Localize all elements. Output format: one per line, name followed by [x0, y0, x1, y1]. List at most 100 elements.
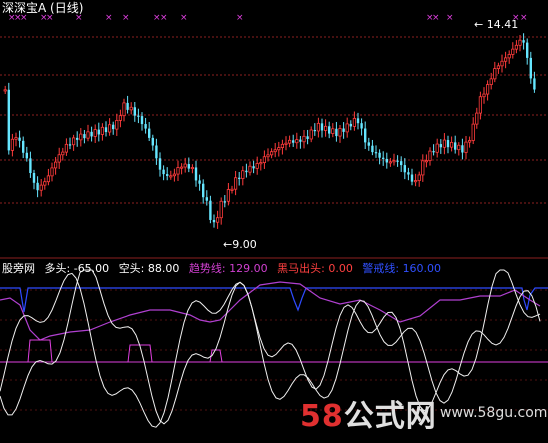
candle-body	[439, 144, 442, 148]
candle-body	[320, 123, 324, 131]
candle-body	[148, 128, 151, 138]
candle-body	[3, 89, 7, 92]
candle-body	[533, 78, 536, 90]
candle-body	[284, 142, 288, 145]
candle-body	[262, 156, 267, 163]
candle-body	[118, 115, 122, 121]
chart-window: × × × × × × × × × × × × × × × × × 深深宝A (日线) ← 14.41 ←9.0…	[0, 0, 548, 443]
candle-body	[428, 150, 432, 162]
candle-body	[413, 180, 418, 183]
candle-body	[43, 181, 47, 186]
candle-body	[50, 167, 54, 177]
signal-marker: ×	[446, 13, 454, 23]
candle-body	[364, 128, 367, 143]
candle-body	[54, 161, 58, 169]
candlestick-chart[interactable]: ××× ×× × × × × × × × ×× × × ×	[0, 0, 548, 443]
indicator-item-bear: 空头: 88.00	[118, 262, 180, 275]
indicator-item-darkhorse: 黑马出头: 0.00	[277, 262, 353, 275]
candle-body	[144, 124, 147, 129]
candle-body	[503, 57, 508, 62]
candle-body	[266, 154, 270, 158]
candle-body	[172, 173, 176, 177]
candle-body	[100, 126, 104, 135]
candle-body	[287, 139, 292, 144]
candle-body	[335, 128, 338, 137]
signal-marker: ×	[236, 13, 244, 23]
candle-body	[435, 143, 439, 153]
candle-body	[454, 142, 457, 150]
candle-body	[122, 102, 126, 117]
candle-body	[449, 141, 454, 148]
candle-body	[316, 122, 321, 132]
candle-body	[14, 137, 18, 140]
candle-body	[269, 151, 274, 156]
candle-body	[392, 160, 396, 163]
candle-body	[104, 127, 108, 133]
candle-body	[306, 136, 309, 139]
candle-body	[64, 143, 68, 153]
candle-body	[252, 166, 255, 169]
candle-body	[522, 40, 525, 43]
candle-body	[72, 137, 76, 146]
candle-body	[482, 93, 486, 98]
candle-body	[32, 173, 36, 183]
candle-body	[485, 84, 490, 95]
candle-body	[280, 143, 285, 148]
candle-body	[198, 180, 201, 184]
alert-line	[0, 287, 548, 313]
watermark-logo: 58公式网	[300, 399, 437, 434]
candle-body	[129, 106, 133, 111]
candle-body	[360, 123, 363, 129]
candle-body	[36, 182, 39, 191]
signal-marker: ×	[105, 13, 113, 23]
candle-body	[212, 219, 216, 223]
candle-body	[526, 42, 529, 58]
candle-body	[388, 161, 393, 164]
chart-title: 深深宝A (日线)	[2, 1, 84, 15]
candle-body	[331, 128, 335, 134]
candle-body	[371, 145, 374, 153]
candle-body	[137, 115, 140, 117]
candle-body	[29, 158, 32, 174]
candle-body	[179, 166, 184, 169]
candle-body	[241, 170, 245, 180]
indicator-item-alert: 警戒线: 160.00	[362, 262, 442, 275]
darkhorse-line	[0, 339, 548, 363]
candle-body	[68, 144, 72, 146]
candle-body	[238, 177, 241, 179]
candle-body	[323, 125, 328, 131]
candle-body	[302, 135, 306, 143]
signal-marker: ×	[520, 13, 528, 23]
candle-body	[295, 139, 299, 144]
candle-body	[22, 140, 25, 153]
low-price-label: ←9.00	[223, 238, 257, 251]
candle-body	[349, 123, 352, 127]
candle-body	[277, 147, 281, 151]
candle-body	[493, 68, 497, 80]
candle-body	[57, 154, 61, 163]
candle-body	[421, 160, 425, 176]
candle-body	[169, 175, 173, 178]
candle-body	[446, 140, 450, 148]
high-price-label: ← 14.41	[474, 18, 519, 31]
candle-body	[25, 152, 28, 159]
candle-body	[226, 189, 230, 202]
candle-body	[514, 44, 519, 50]
watermark-url: www.58gu.com	[440, 405, 548, 421]
candle-body	[342, 128, 345, 132]
candle-body	[39, 184, 43, 191]
candle-body	[467, 140, 472, 143]
candle-body	[166, 174, 169, 176]
candle-body	[248, 165, 252, 173]
candle-body	[233, 177, 238, 190]
candle-body	[10, 138, 14, 151]
candle-body	[442, 139, 447, 148]
candle-body	[176, 167, 180, 175]
candle-body	[461, 145, 464, 153]
candle-body	[205, 197, 208, 201]
candle-body	[183, 163, 187, 168]
candle-body	[424, 160, 429, 163]
candle-body	[108, 124, 112, 133]
candle-body	[328, 126, 331, 134]
indicator-name: 股旁网	[2, 262, 35, 275]
